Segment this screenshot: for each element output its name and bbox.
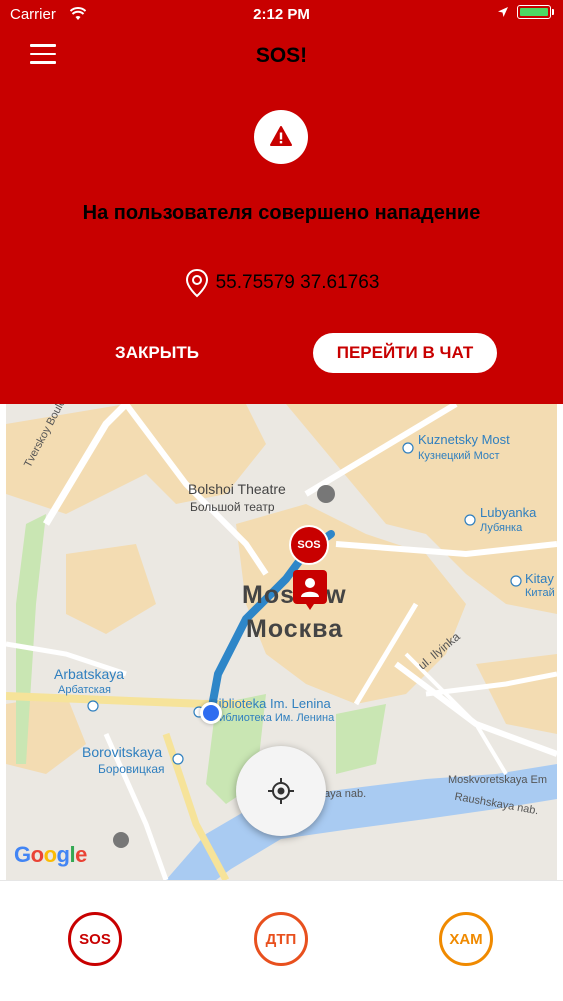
map-label-borovitskaya-ru: Боровицкая: [98, 762, 165, 776]
user-map-marker[interactable]: [293, 570, 327, 610]
map-label-lubyanka-en: Lubyanka: [480, 505, 537, 520]
close-button[interactable]: ЗАКРЫТЬ: [96, 333, 218, 373]
google-logo: Google: [14, 842, 87, 867]
person-icon: [301, 578, 319, 610]
accident-category-button[interactable]: ДТП: [254, 912, 308, 966]
crosshair-icon: [268, 778, 294, 804]
map-label-nab: aya nab.: [324, 788, 367, 800]
map-label-lubyanka-ru: Лубянка: [480, 522, 523, 534]
map-label-lenina-ru: Библиотека Им. Ленина: [212, 712, 335, 724]
alert-message: На пользователя совершено нападение: [82, 202, 481, 224]
location-pin-icon: [185, 268, 208, 298]
map-label-borovitskaya-en: Borovitskaya: [82, 744, 163, 760]
go-to-chat-button[interactable]: ПЕРЕЙТИ В ЧАТ: [313, 333, 497, 373]
map-label-kuznetsky-en: Kuznetsky Most: [418, 432, 510, 447]
map-label-lenina-en: Biblioteka Im. Lenina: [210, 696, 331, 711]
status-bar: Carrier 2:12 PM: [0, 0, 563, 30]
map-label-bolshoi-en: Bolshoi Theatre: [188, 481, 286, 497]
rudeness-category-button[interactable]: ХАМ: [439, 912, 493, 966]
map-label-bolshoi-ru: Большой театр: [190, 500, 275, 514]
map-label-moskvoretskaya: Moskvoretskaya Em: [448, 774, 548, 786]
map-label-kuznetsky-ru: Кузнецкий Мост: [418, 450, 500, 462]
current-location-dot: [200, 702, 222, 724]
coordinates-row: 55.75579 37.61763: [0, 268, 563, 298]
page-title: SOS!: [255, 44, 308, 67]
alert-badge: [254, 110, 308, 164]
sos-map-marker[interactable]: SOS: [289, 525, 329, 565]
map-label-arbatskaya-en: Arbatskaya: [54, 666, 125, 682]
map-label-arbatskaya-ru: Арбатская: [58, 684, 111, 696]
my-location-button[interactable]: [236, 746, 326, 836]
map-label-kitay-ru: Китай: [525, 587, 555, 599]
sos-category-button[interactable]: SOS: [68, 912, 122, 966]
map-label-moscow-ru: Москва: [246, 615, 344, 643]
warning-icon: [270, 126, 292, 146]
status-right: [497, 5, 554, 19]
battery-icon: [517, 5, 554, 19]
status-time: 2:12 PM: [253, 6, 310, 23]
location-arrow-icon: [498, 7, 508, 17]
coordinates-text: 55.75579 37.61763: [215, 272, 380, 293]
map-label-kitay-en: Kitay: [525, 571, 554, 586]
